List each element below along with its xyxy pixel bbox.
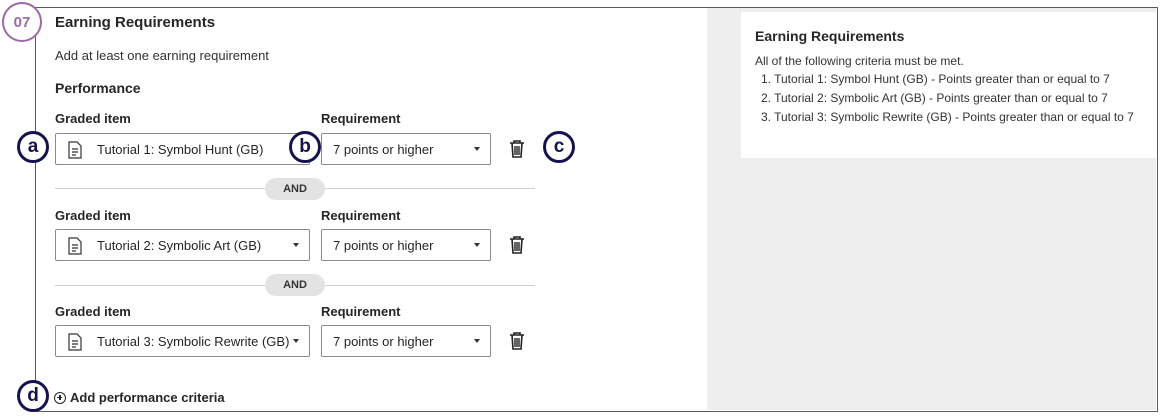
callout-d: d (17, 380, 49, 412)
summary-card: Earning Requirements All of the followin… (741, 12, 1156, 158)
graded-item-select-2[interactable]: Tutorial 2: Symbolic Art (GB) (55, 229, 310, 261)
chevron-down-icon (474, 339, 480, 343)
add-criteria-label: Add performance criteria (70, 390, 225, 405)
step-badge: 07 (2, 2, 42, 42)
and-badge: AND (265, 274, 325, 296)
requirement-value: 7 points or higher (333, 334, 434, 349)
graded-item-label: Graded item (55, 208, 131, 223)
summary-title: Earning Requirements (755, 28, 905, 44)
graded-item-label: Graded item (55, 304, 131, 319)
form-title: Earning Requirements (55, 14, 216, 31)
graded-item-label: Graded item (55, 111, 131, 126)
chevron-down-icon (293, 243, 299, 247)
callout-b: b (289, 131, 321, 163)
and-badge: AND (265, 178, 325, 200)
summary-item: 2. Tutorial 2: Symbolic Art (GB) - Point… (761, 91, 1108, 105)
trash-icon[interactable] (507, 235, 527, 255)
form-subtitle: Add at least one earning requirement (55, 48, 269, 63)
graded-item-value: Tutorial 3: Symbolic Rewrite (GB) (97, 334, 290, 349)
requirement-select-1[interactable]: 7 points or higher (321, 133, 491, 165)
requirement-select-2[interactable]: 7 points or higher (321, 229, 491, 261)
document-icon (68, 237, 82, 255)
requirement-value: 7 points or higher (333, 142, 434, 157)
graded-item-value: Tutorial 1: Symbol Hunt (GB) (97, 142, 264, 157)
callout-a: a (17, 131, 49, 163)
requirement-label: Requirement (321, 208, 401, 223)
requirement-value: 7 points or higher (333, 238, 434, 253)
document-icon (68, 141, 82, 159)
add-performance-criteria-button[interactable]: Add performance criteria (54, 390, 225, 405)
graded-item-select-3[interactable]: Tutorial 3: Symbolic Rewrite (GB) (55, 325, 310, 357)
summary-item: 3. Tutorial 3: Symbolic Rewrite (GB) - P… (761, 110, 1134, 124)
requirement-label: Requirement (321, 304, 401, 319)
trash-icon[interactable] (507, 139, 527, 159)
graded-item-value: Tutorial 2: Symbolic Art (GB) (97, 238, 262, 253)
trash-icon[interactable] (507, 331, 527, 351)
document-icon (68, 333, 82, 351)
performance-heading: Performance (55, 80, 141, 96)
summary-intro: All of the following criteria must be me… (755, 54, 964, 68)
requirement-select-3[interactable]: 7 points or higher (321, 325, 491, 357)
requirement-label: Requirement (321, 111, 401, 126)
callout-c: c (543, 131, 575, 163)
chevron-down-icon (474, 243, 480, 247)
graded-item-select-1[interactable]: Tutorial 1: Symbol Hunt (GB) (55, 133, 310, 165)
summary-item: 1. Tutorial 1: Symbol Hunt (GB) - Points… (761, 72, 1110, 86)
chevron-down-icon (474, 147, 480, 151)
plus-circle-icon (54, 391, 66, 404)
chevron-down-icon (293, 339, 299, 343)
